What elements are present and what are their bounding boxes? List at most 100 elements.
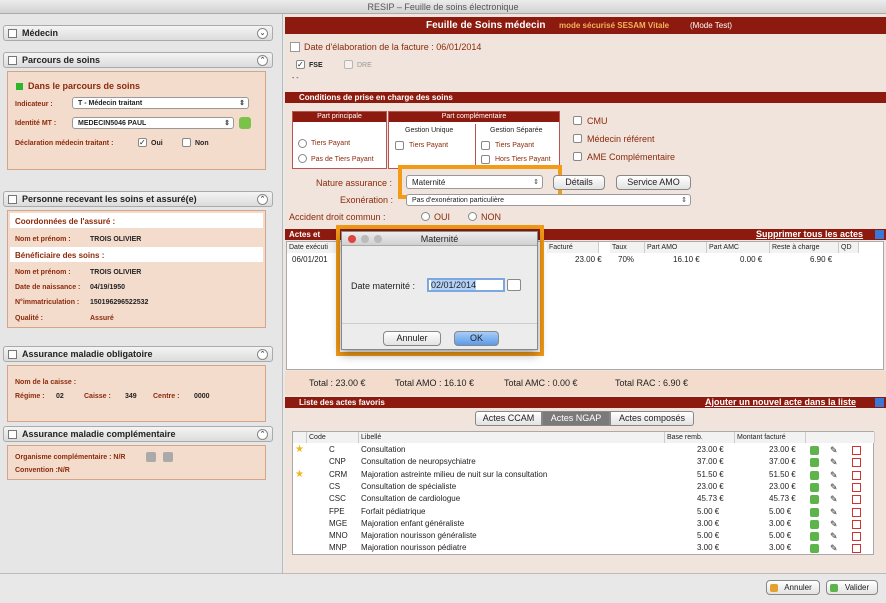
parcours-status: Dans le parcours de soins	[28, 81, 141, 91]
clear-icon[interactable]	[163, 452, 173, 462]
identite-select[interactable]: MEDECIN5046 PAUL	[72, 117, 234, 129]
hors-tiers-payant-checkbox[interactable]	[481, 155, 490, 164]
edit-icon[interactable]: ✎	[830, 481, 838, 493]
dre-checkbox[interactable]	[344, 60, 353, 69]
col-code[interactable]: Code	[307, 432, 359, 443]
cmu-checkbox[interactable]	[573, 116, 582, 125]
edit-icon[interactable]: ✎	[830, 469, 838, 481]
list-item[interactable]: CSC Consultation de cardiologue 45.73 € 45.…	[293, 493, 873, 505]
col-amc[interactable]: Part AMC	[707, 242, 770, 253]
col-libelle[interactable]: Libellé	[359, 432, 665, 443]
list-item[interactable]: CS Consultation de spécialiste 23.00 € 23.0…	[293, 481, 873, 493]
col-facture[interactable]: Facturé	[547, 242, 599, 253]
star-icon[interactable]: ★	[295, 444, 304, 456]
delete-icon[interactable]	[852, 544, 861, 554]
edit-icon[interactable]: ✎	[830, 530, 838, 542]
details-button[interactable]: Détails	[553, 175, 605, 190]
qualite-value: Assuré	[90, 315, 114, 322]
col-reste[interactable]: Reste à charge	[770, 242, 839, 253]
add-icon[interactable]	[810, 507, 819, 517]
list-item[interactable]: ★ CRM Majoration astreinte milieu de nuit …	[293, 469, 873, 481]
annuler-button[interactable]: Annuler	[766, 580, 820, 595]
delete-icon[interactable]	[852, 519, 861, 529]
dialog-cancel-button[interactable]: Annuler	[383, 331, 441, 346]
medecin-header[interactable]: Médecin ⌄	[3, 25, 273, 41]
star-icon[interactable]: ★	[295, 469, 304, 481]
add-icon[interactable]	[810, 458, 819, 468]
delete-icon[interactable]	[852, 482, 861, 492]
valider-button[interactable]: Valider	[826, 580, 878, 595]
chevron-up-icon[interactable]: ⌃	[257, 429, 268, 440]
delete-all-link[interactable]: Supprimer tous les actes	[756, 229, 863, 239]
edit-icon[interactable]: ✎	[830, 444, 838, 456]
add-icon[interactable]	[810, 446, 819, 455]
search-icon[interactable]	[146, 452, 156, 462]
add-icon[interactable]	[810, 495, 819, 505]
edit-icon[interactable]: ✎	[830, 518, 838, 530]
tiers-payant-radio[interactable]	[298, 139, 307, 148]
edit-icon[interactable]: ✎	[830, 506, 838, 518]
ame-checkbox[interactable]	[573, 152, 582, 161]
tab-ngap[interactable]: Actes NGAP	[542, 411, 610, 426]
date-maternite-input[interactable]: 02/01/2014	[427, 278, 505, 292]
delete-icon[interactable]	[875, 230, 884, 239]
fse-checkbox[interactable]: ✓	[296, 60, 305, 69]
col-qd[interactable]: QD	[839, 242, 859, 253]
non-checkbox[interactable]	[182, 138, 191, 147]
delete-icon[interactable]	[852, 532, 861, 542]
calendar-icon[interactable]	[507, 279, 521, 291]
edit-icon[interactable]: ✎	[830, 493, 838, 505]
add-icon[interactable]	[810, 532, 819, 542]
oui-checkbox[interactable]: ✓	[138, 138, 147, 147]
list-item[interactable]: FPE Forfait pédiatrique 5.00 € 5.00 € ✎	[293, 506, 873, 518]
oui-radio[interactable]	[421, 212, 430, 221]
personne-header[interactable]: Personne recevant les soins et assuré(e)…	[3, 191, 273, 207]
add-icon[interactable]	[239, 117, 251, 129]
delete-icon[interactable]	[852, 446, 861, 455]
service-amo-button[interactable]: Service AMO	[616, 175, 691, 190]
amc-header[interactable]: Assurance maladie complémentaire ⌃	[3, 426, 273, 442]
tab-ccam[interactable]: Actes CCAM	[475, 411, 542, 426]
non-radio[interactable]	[468, 212, 477, 221]
search-icon[interactable]	[875, 398, 884, 407]
totals-bar: Total : 23.00 € Total AMO : 16.10 € Tota…	[285, 371, 886, 395]
list-item[interactable]: MGE Majoration enfant généraliste 3.00 € 3.…	[293, 518, 873, 530]
dialog-ok-button[interactable]: OK	[454, 331, 499, 346]
list-item[interactable]: CNP Consultation de neuropsychiatre 37.00 …	[293, 456, 873, 468]
total-label: Total : 23.00 €	[309, 378, 366, 388]
col-amo[interactable]: Part AMO	[645, 242, 707, 253]
delete-icon[interactable]	[852, 507, 861, 517]
chevron-up-icon[interactable]: ⌃	[257, 55, 268, 66]
delete-icon[interactable]	[852, 495, 861, 505]
tiers-payant-separe-checkbox[interactable]	[481, 141, 490, 150]
parcours-header[interactable]: Parcours de soins ⌃	[3, 52, 273, 68]
amo-header[interactable]: Assurance maladie obligatoire ⌃	[3, 346, 273, 362]
col-montant[interactable]: Montant facturé	[735, 432, 806, 443]
add-icon[interactable]	[810, 482, 819, 492]
edit-icon[interactable]: ✎	[830, 542, 838, 554]
tiers-payant-unique-checkbox[interactable]	[395, 141, 404, 150]
pas-tiers-payant-radio[interactable]	[298, 154, 307, 163]
list-item[interactable]: MNO Majoration nourisson généraliste 5.00 …	[293, 530, 873, 542]
add-icon[interactable]	[810, 470, 819, 480]
add-icon[interactable]	[810, 544, 819, 554]
row-code: CS	[329, 481, 341, 491]
indicateur-select[interactable]: T - Médecin traitant	[72, 97, 249, 109]
delete-icon[interactable]	[852, 458, 861, 468]
delete-icon[interactable]	[852, 470, 861, 480]
chevron-down-icon[interactable]: ⌄	[257, 28, 268, 39]
medecin-referent-checkbox[interactable]	[573, 134, 582, 143]
chevron-up-icon[interactable]: ⌃	[257, 349, 268, 360]
list-item[interactable]: ★ C Consultation 23.00 € 23.00 € ✎	[293, 444, 873, 456]
menu-icon	[8, 350, 17, 359]
chevron-up-icon[interactable]: ⌃	[257, 194, 268, 205]
add-icon[interactable]	[810, 519, 819, 529]
col-base[interactable]: Base remb.	[665, 432, 735, 443]
edit-icon[interactable]: ✎	[830, 456, 838, 468]
add-acte-link[interactable]: Ajouter un nouvel acte dans la liste	[705, 397, 856, 407]
list-item[interactable]: MNP Majoration nourisson pédiatre 3.00 € 3.…	[293, 542, 873, 554]
tab-composes[interactable]: Actes composés	[610, 411, 694, 426]
col-taux[interactable]: Taux	[610, 242, 645, 253]
fse-label: FSE	[309, 62, 323, 69]
exoneration-select[interactable]: Pas d'exonération particulière	[406, 194, 691, 206]
